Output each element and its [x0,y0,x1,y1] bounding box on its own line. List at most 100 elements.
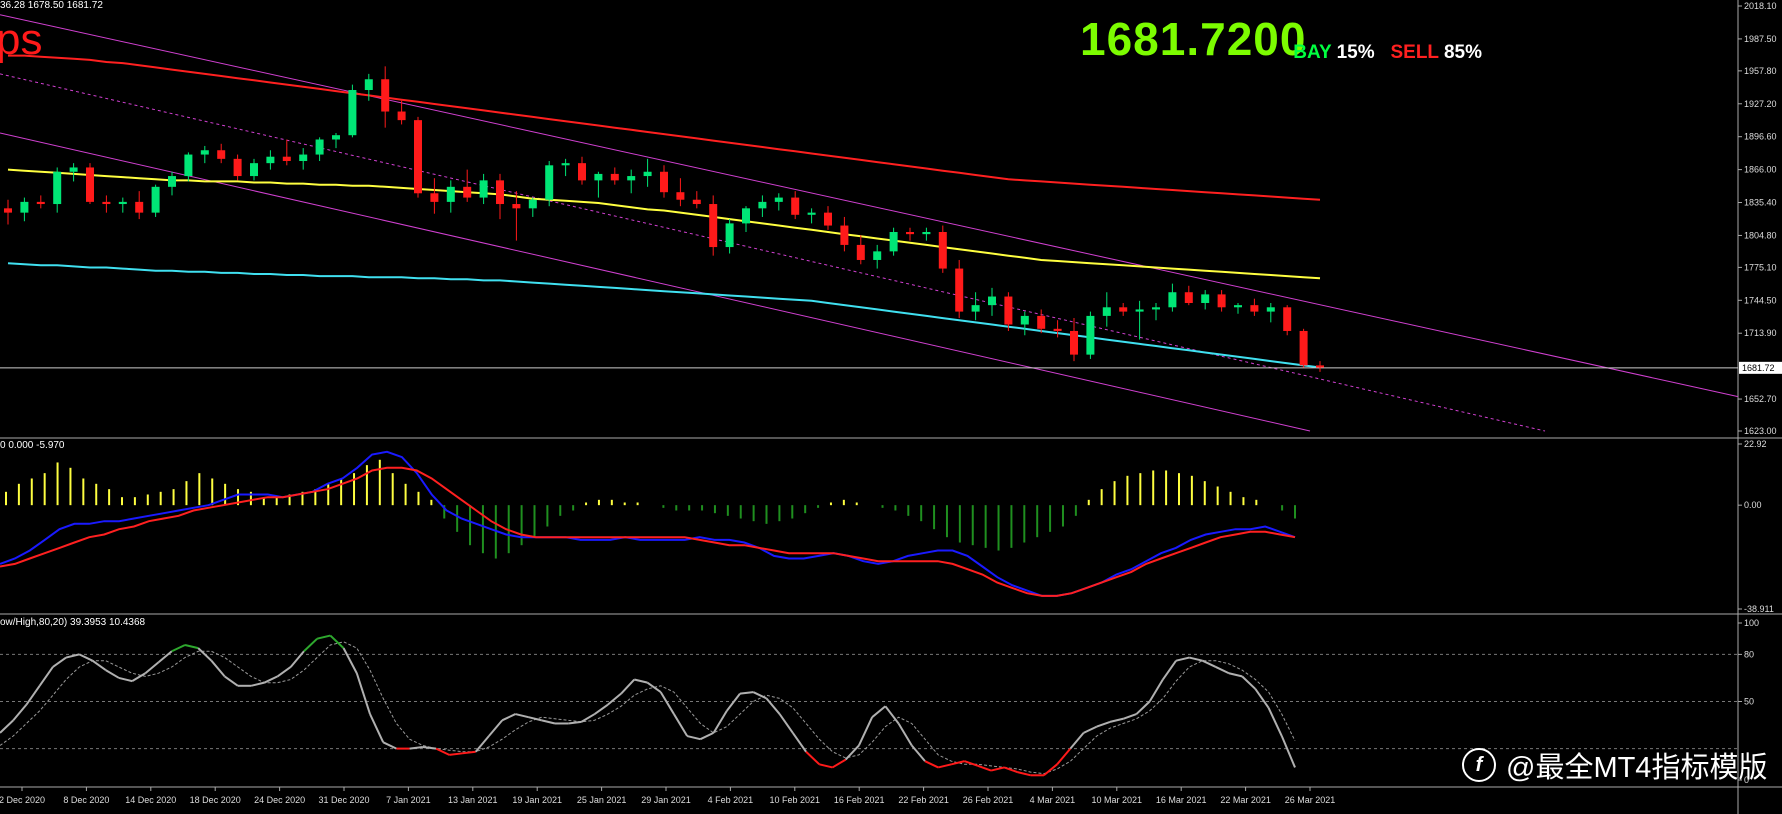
channel-mid-line [0,73,1546,432]
time-tick-label: 25 Jan 2021 [577,795,627,805]
stoch-main-segment [422,746,437,750]
stoch-main-segment [289,650,305,668]
bull-candle [69,167,78,172]
macd-tick-label: 22.92 [1744,439,1767,449]
price-tick-label: 1623.00 [1744,426,1777,436]
stoch-main-segment [1254,688,1270,709]
macd-signal-line [0,466,1296,597]
price-tick-label: 1713.90 [1744,328,1777,338]
bear-candle [86,167,94,202]
bear-candle [430,193,439,202]
bull-candle [200,150,209,155]
bull-candle [1234,305,1242,308]
stoch-main-segment [1017,771,1031,777]
bear-candle [381,79,390,112]
stoch-main-segment [646,681,662,693]
bull-candle [479,180,488,198]
bull-candle [627,176,636,181]
bull-candle [988,296,996,306]
trading-chart[interactable]: 2018.10 1987.50 1957.80 1927.20 1896.60 1866.… [0,0,1782,814]
stoch-main-segment [911,744,926,762]
time-tick-label: 2 Dec 2020 [0,795,45,805]
stoch-main-segment [118,676,133,683]
bear-candle [1037,315,1046,329]
bull-candle [266,156,275,164]
stoch-main-segment [0,719,14,734]
stoch-main-segment [568,720,582,725]
stoch-main-segment [858,716,874,746]
stoch-main-segment [1241,675,1257,690]
bear-candle [233,158,242,177]
bear-candle [824,212,832,226]
time-tick-label: 26 Mar 2021 [1285,795,1336,805]
bull-candle [364,79,373,91]
bear-candle [102,201,111,205]
stoch-main-segment [171,644,186,653]
bull-candle [1135,309,1144,312]
stoch-main-segment [184,644,199,650]
bull-candle [889,231,898,252]
bear-candle [1250,305,1259,312]
stoch-main-segment [1122,713,1137,720]
stoch-main-segment [844,744,860,761]
stoch-main-segment [964,760,979,767]
watermark-logo-icon: f [1462,748,1496,782]
stoch-signal-line [0,641,1296,775]
bear-candle [496,180,504,205]
bear-candle [282,156,291,162]
sell-pct: 85% [1443,42,1482,63]
price-tick-label: 1835.40 [1744,198,1777,208]
bear-candle [856,244,865,260]
stoch-main-segment [1109,717,1124,723]
time-tick-label: 4 Mar 2021 [1030,795,1076,805]
ohlc-header: 36.28 1678.50 1681.72 [0,0,103,11]
bear-candle [1119,307,1128,312]
bull-candle [1102,307,1111,316]
macd-tick-label: -38.911 [1744,604,1774,614]
macd-header: 0 0.000 -5.970 [0,440,65,451]
stoch-main-segment [488,719,503,737]
stoch-main-segment [805,751,820,766]
bull-candle [561,163,570,166]
time-tick-label: 10 Mar 2021 [1092,795,1143,805]
stoch-main-segment [659,691,675,715]
stoch-main-segment [515,713,529,719]
stoch-main-segment [78,653,93,662]
bull-candle [922,231,931,235]
bull-candle [873,251,882,260]
bear-candle [4,208,12,213]
macd-tick-label: 0.00 [1744,500,1762,510]
channel-upper-line [0,14,1739,398]
stoch-main-segment [1267,707,1283,737]
bull-candle [528,199,537,209]
time-tick-label: 31 Dec 2020 [318,795,369,805]
bear-candle [1004,296,1013,325]
stoch-main-segment [1215,666,1230,675]
channel-lower-line [0,132,1311,432]
bull-candle [184,154,193,177]
stoch-main-segment [607,692,622,706]
stoch-main-segment [157,650,173,664]
stoch-main-segment [1280,735,1296,768]
price-tick-label: 1744.50 [1744,295,1777,305]
stoch-main-segment [924,760,939,769]
time-tick-label: 4 Feb 2021 [708,795,754,805]
stoch-main-segment [342,647,358,674]
stoch-main-segment [541,719,556,725]
price-tick-label: 1652.70 [1744,394,1777,404]
bull-candle [332,135,340,140]
bull-candle [594,173,603,181]
time-tick-label: 16 Feb 2021 [834,795,885,805]
time-tick-label: 19 Jan 2021 [512,795,562,805]
stoch-main-segment [752,691,767,700]
bull-candle [53,171,62,205]
stoch-main-segment [1083,725,1098,734]
price-tick-label: 1804.80 [1744,230,1777,240]
time-tick-label: 14 Dec 2020 [125,795,176,805]
watermark-text: @最全MT4指标模版 [1506,752,1768,784]
bear-candle [955,268,964,312]
stochastic-header: ow/High,80,20) 39.3953 10.4368 [0,617,146,628]
stoch-main-segment [1202,659,1217,668]
bear-candle [1316,365,1324,368]
bull-candle [118,201,127,205]
